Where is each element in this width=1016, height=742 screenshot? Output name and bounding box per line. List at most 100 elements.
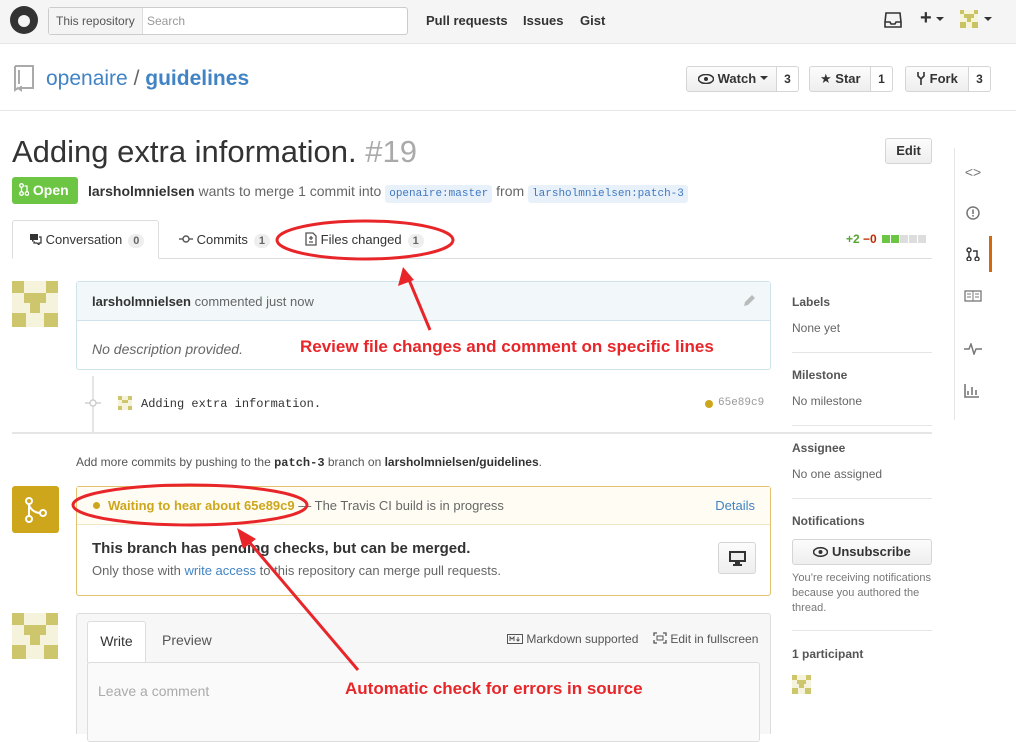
chevron-down-icon	[759, 76, 768, 84]
timeline-divider	[12, 432, 932, 434]
files-annotation-text: Review file changes and comment on speci…	[300, 337, 714, 356]
markdown-supported-link[interactable]: Markdown supported	[507, 632, 638, 646]
checks-annotation-text: Automatic check for errors in source	[345, 679, 643, 698]
chevron-down-icon	[936, 17, 944, 25]
create-new-icon[interactable]: +	[920, 7, 932, 30]
tab-preview[interactable]: Preview	[162, 632, 212, 648]
watch-label: Watch	[717, 71, 757, 86]
fork-button[interactable]: Fork	[905, 66, 969, 92]
tab-conversation[interactable]: Conversation 0	[12, 220, 159, 259]
checks-details-link[interactable]: Details	[715, 498, 755, 513]
comment-body: No description provided.	[92, 341, 243, 357]
repo-nav-rail	[954, 148, 993, 420]
labels-title[interactable]: Labels	[792, 295, 830, 309]
checks-description: — The Travis CI build is in progress	[298, 498, 504, 513]
markdown-label: Markdown supported	[526, 632, 639, 646]
pull-request-icon	[19, 183, 30, 196]
fullscreen-link[interactable]: Edit in fullscreen	[653, 632, 758, 646]
participants-title: 1 participant	[792, 647, 864, 661]
sidebar-divider	[792, 352, 932, 353]
repo-header-divider	[0, 110, 1016, 111]
code-icon[interactable]: <>	[955, 164, 991, 180]
pr-number: #19	[365, 134, 417, 169]
chevron-down-icon	[984, 17, 992, 25]
fork-label: Fork	[929, 71, 958, 86]
command-line-instructions-button[interactable]	[718, 542, 756, 574]
eye-icon	[813, 546, 829, 558]
fork-count[interactable]: 3	[969, 66, 991, 92]
tab-commits[interactable]: Commits 1	[179, 232, 271, 248]
milestone-value: No milestone	[792, 394, 863, 408]
edit-title-button[interactable]: Edit	[885, 138, 932, 164]
comment-header: larsholmnielsen commented just now	[77, 282, 770, 321]
star-button[interactable]: ★ Star	[809, 66, 871, 92]
diffstat-bar	[882, 235, 926, 243]
graphs-icon[interactable]	[964, 383, 980, 398]
user-avatar[interactable]	[960, 10, 978, 28]
commit-message-link[interactable]: Adding extra information.	[141, 397, 321, 411]
nav-gist[interactable]: Gist	[580, 13, 605, 28]
tab-files-changed[interactable]: Files changed 1	[305, 232, 424, 248]
labels-value: None yet	[792, 321, 841, 335]
git-merge-icon	[25, 497, 47, 523]
milestone-title[interactable]: Milestone	[792, 368, 847, 382]
checks-header: Waiting to hear about 65e89c9 — The Trav…	[77, 487, 770, 525]
repo-separator: /	[133, 67, 140, 90]
unsubscribe-button[interactable]: Unsubscribe	[792, 539, 932, 565]
merge-status-icon-box	[12, 486, 59, 533]
repo-owner-link[interactable]: openaire	[46, 67, 128, 90]
commit-icon	[85, 399, 101, 407]
repo-title: openaire / guidelines	[46, 67, 249, 91]
star-label: Star	[835, 71, 861, 86]
merge-sub-prefix: Only those with	[92, 563, 181, 578]
pr-title-text: Adding extra information.	[12, 134, 357, 169]
wiki-icon[interactable]	[964, 290, 982, 302]
assignee-title[interactable]: Assignee	[792, 441, 845, 455]
search-field[interactable]: This repository Search	[48, 7, 408, 35]
pull-requests-tab[interactable]	[955, 236, 992, 272]
tab-conversation-label: Conversation	[45, 232, 123, 247]
pr-meta: larsholmnielsen wants to merge 1 commit …	[88, 183, 688, 203]
commit-author-avatar[interactable]	[118, 396, 132, 410]
participant-avatar[interactable]	[792, 675, 811, 694]
tab-files-count: 1	[407, 234, 424, 248]
nav-issues[interactable]: Issues	[523, 13, 563, 28]
pull-request-icon	[966, 247, 980, 261]
watch-button[interactable]: Watch	[686, 66, 777, 92]
base-branch-label[interactable]: openaire:master	[385, 185, 493, 203]
github-logo-icon[interactable]	[10, 6, 38, 34]
pending-status-dot[interactable]	[705, 400, 713, 408]
tab-write[interactable]: Write	[87, 621, 146, 663]
star-count[interactable]: 1	[871, 66, 893, 92]
eye-icon	[697, 73, 715, 85]
pulse-icon[interactable]	[964, 343, 982, 355]
file-diff-icon	[305, 232, 317, 246]
push-hint: Add more commits by pushing to the patch…	[76, 455, 542, 470]
comment-composer: Write Preview Markdown supported Edit in…	[76, 613, 771, 742]
pr-merge-text: wants to merge 1 commit into	[198, 183, 382, 199]
sidebar-divider	[792, 498, 932, 499]
diffstat-additions: +2	[846, 232, 860, 246]
write-access-link[interactable]: write access	[185, 563, 257, 578]
comment-textarea[interactable]: Leave a comment	[87, 662, 760, 742]
comment-timestamp: commented just now	[194, 294, 314, 309]
comment-author-link[interactable]: larsholmnielsen	[92, 294, 191, 309]
fork-icon	[917, 72, 925, 85]
current-user-avatar	[12, 613, 58, 659]
merge-sub-suffix: to this repository can merge pull reques…	[259, 563, 501, 578]
watch-count[interactable]: 3	[777, 66, 799, 92]
search-scope-label: This repository	[49, 8, 143, 34]
commit-sha-link[interactable]: 65e89c9	[718, 397, 764, 409]
merge-status-box: Waiting to hear about 65e89c9 — The Trav…	[76, 486, 771, 596]
nav-pull-requests[interactable]: Pull requests	[426, 13, 508, 28]
repo-name-link[interactable]: guidelines	[145, 67, 249, 90]
inbox-icon[interactable]	[884, 12, 902, 28]
push-hint-middle: branch on	[327, 455, 382, 469]
author-avatar[interactable]	[12, 281, 58, 327]
issue-icon[interactable]	[966, 206, 980, 220]
comment-placeholder: Leave a comment	[98, 683, 210, 699]
pencil-icon[interactable]	[742, 294, 756, 308]
pr-author-link[interactable]: larsholmnielsen	[88, 183, 195, 199]
sidebar-divider	[792, 425, 932, 426]
head-branch-label[interactable]: larsholmnielsen:patch-3	[528, 185, 688, 203]
